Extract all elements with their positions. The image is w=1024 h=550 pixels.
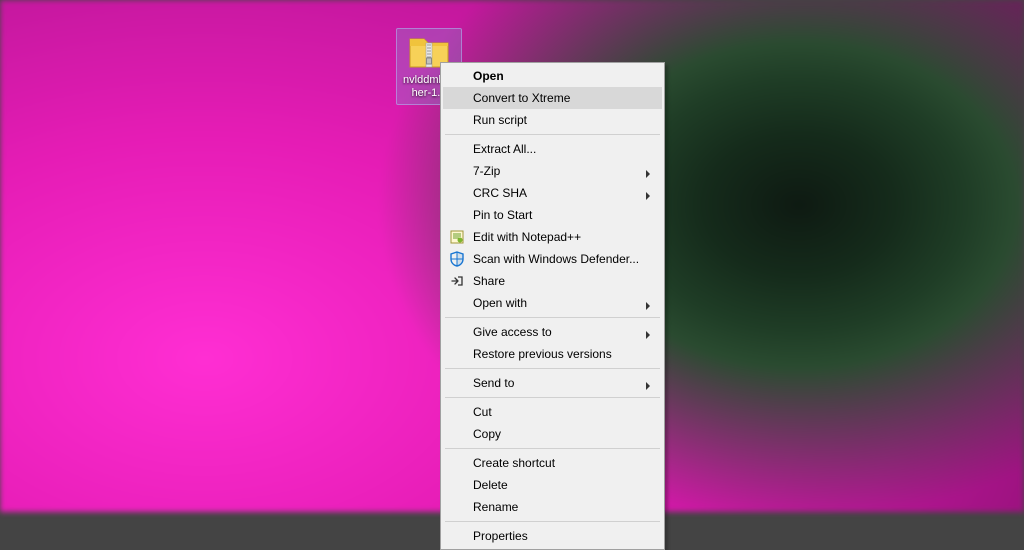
- menu-label: Scan with Windows Defender...: [473, 252, 639, 266]
- menu-separator: [445, 134, 660, 135]
- chevron-right-icon: [644, 167, 652, 175]
- menu-send-to[interactable]: Send to: [443, 372, 662, 394]
- notepadpp-icon: [449, 229, 465, 245]
- menu-cut[interactable]: Cut: [443, 401, 662, 423]
- menu-label: Extract All...: [473, 142, 536, 156]
- menu-label: Pin to Start: [473, 208, 532, 222]
- menu-label: CRC SHA: [473, 186, 527, 200]
- menu-convert-to-xtreme[interactable]: Convert to Xtreme: [443, 87, 662, 109]
- menu-restore-previous-versions[interactable]: Restore previous versions: [443, 343, 662, 365]
- menu-separator: [445, 317, 660, 318]
- menu-label: 7-Zip: [473, 164, 500, 178]
- menu-share[interactable]: Share: [443, 270, 662, 292]
- menu-open-with[interactable]: Open with: [443, 292, 662, 314]
- share-icon: [449, 273, 465, 289]
- menu-label: Open with: [473, 296, 527, 310]
- menu-scan-with-defender[interactable]: Scan with Windows Defender...: [443, 248, 662, 270]
- chevron-right-icon: [644, 379, 652, 387]
- menu-crc-sha[interactable]: CRC SHA: [443, 182, 662, 204]
- menu-label: Delete: [473, 478, 508, 492]
- menu-separator: [445, 397, 660, 398]
- menu-label: Share: [473, 274, 505, 288]
- menu-run-script[interactable]: Run script: [443, 109, 662, 131]
- menu-label: Send to: [473, 376, 514, 390]
- menu-rename[interactable]: Rename: [443, 496, 662, 518]
- context-menu: Open Convert to Xtreme Run script Extrac…: [440, 62, 665, 550]
- chevron-right-icon: [644, 328, 652, 336]
- chevron-right-icon: [644, 189, 652, 197]
- menu-pin-to-start[interactable]: Pin to Start: [443, 204, 662, 226]
- menu-create-shortcut[interactable]: Create shortcut: [443, 452, 662, 474]
- menu-separator: [445, 368, 660, 369]
- menu-label: Edit with Notepad++: [473, 230, 581, 244]
- menu-label: Give access to: [473, 325, 552, 339]
- menu-label: Create shortcut: [473, 456, 555, 470]
- menu-label: Run script: [473, 113, 527, 127]
- menu-separator: [445, 448, 660, 449]
- menu-delete[interactable]: Delete: [443, 474, 662, 496]
- menu-label: Properties: [473, 529, 528, 543]
- menu-label: Restore previous versions: [473, 347, 612, 361]
- defender-icon: [449, 251, 465, 267]
- menu-label: Open: [473, 69, 504, 83]
- menu-separator: [445, 521, 660, 522]
- menu-open[interactable]: Open: [443, 65, 662, 87]
- menu-properties[interactable]: Properties: [443, 525, 662, 547]
- chevron-right-icon: [644, 299, 652, 307]
- menu-give-access-to[interactable]: Give access to: [443, 321, 662, 343]
- menu-label: Convert to Xtreme: [473, 91, 570, 105]
- menu-edit-with-notepadpp[interactable]: Edit with Notepad++: [443, 226, 662, 248]
- menu-label: Copy: [473, 427, 501, 441]
- menu-extract-all[interactable]: Extract All...: [443, 138, 662, 160]
- menu-label: Cut: [473, 405, 492, 419]
- menu-copy[interactable]: Copy: [443, 423, 662, 445]
- menu-7zip[interactable]: 7-Zip: [443, 160, 662, 182]
